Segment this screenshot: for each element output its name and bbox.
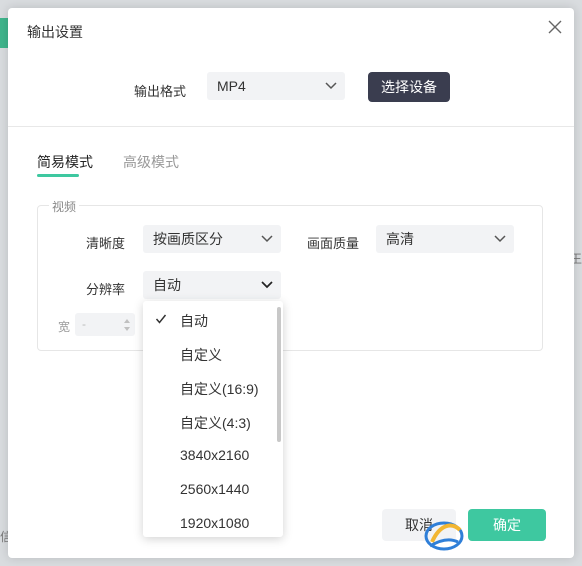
width-input-value: - <box>82 317 86 331</box>
tab-advanced-mode[interactable]: 高级模式 <box>123 152 179 172</box>
tab-simple-mode[interactable]: 简易模式 <box>37 152 93 172</box>
choose-device-button[interactable]: 选择设备 <box>368 72 450 102</box>
chevron-down-icon <box>325 82 337 90</box>
clarity-select[interactable]: 按画质区分 <box>143 225 281 253</box>
output-settings-dialog: 输出设置 输出格式 MP4 选择设备 简易模式 高级模式 视频 清晰度 按画质区… <box>8 8 574 558</box>
video-group-legend: 视频 <box>49 198 80 215</box>
quality-select-value: 高清 <box>386 231 414 247</box>
format-select-value: MP4 <box>217 78 246 94</box>
resolution-select[interactable]: 自动 <box>143 271 281 299</box>
dropdown-option-3840x2160[interactable]: 3840x2160 <box>180 447 249 463</box>
width-input[interactable]: - <box>75 313 135 336</box>
dropdown-option-custom-16-9[interactable]: 自定义(16:9) <box>180 379 259 399</box>
resolution-label: 分辨率 <box>86 282 126 297</box>
clarity-label: 清晰度 <box>86 236 126 251</box>
chevron-down-icon <box>494 235 506 243</box>
dialog-title: 输出设置 <box>27 24 83 40</box>
dropdown-option-custom[interactable]: 自定义 <box>180 345 222 365</box>
dropdown-scrollbar[interactable] <box>277 307 281 442</box>
resolution-dropdown: 自动 自定义 自定义(16:9) 自定义(4:3) 3840x2160 2560… <box>143 301 283 537</box>
active-tab-indicator <box>37 174 79 177</box>
chevron-down-icon <box>261 235 273 243</box>
clarity-select-value: 按画质区分 <box>153 231 223 247</box>
width-label: 宽 <box>58 320 71 334</box>
dropdown-option-custom-4-3[interactable]: 自定义(4:3) <box>180 413 251 433</box>
quality-label: 画面质量 <box>307 236 360 251</box>
format-label: 输出格式 <box>134 84 187 99</box>
dropdown-option-1920x1080[interactable]: 1920x1080 <box>180 515 249 531</box>
resolution-select-value: 自动 <box>153 277 181 293</box>
format-select[interactable]: MP4 <box>207 72 345 100</box>
site-watermark-logo <box>424 521 464 551</box>
check-icon <box>155 314 167 324</box>
chevron-down-icon <box>261 281 273 289</box>
dropdown-option-auto[interactable]: 自动 <box>180 311 208 331</box>
close-icon[interactable] <box>546 18 564 36</box>
divider <box>8 126 574 127</box>
spinner-arrows-icon[interactable] <box>123 317 131 333</box>
dropdown-option-2560x1440[interactable]: 2560x1440 <box>180 481 249 497</box>
quality-select[interactable]: 高清 <box>376 225 514 253</box>
